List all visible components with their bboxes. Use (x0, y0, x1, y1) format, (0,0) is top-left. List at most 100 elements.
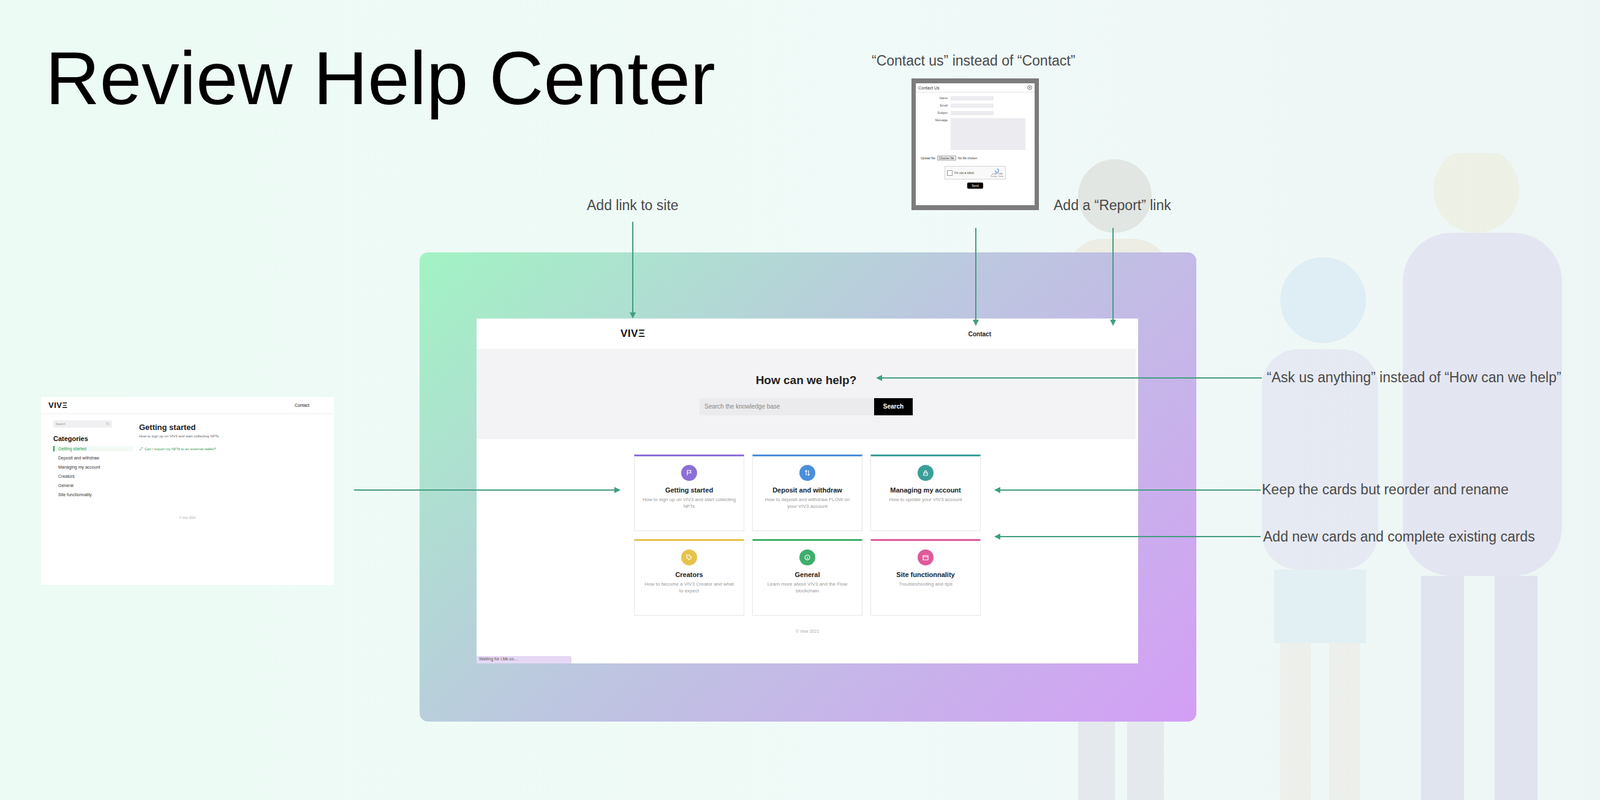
annotation-label: “Contact us” instead of “Contact” (871, 52, 1076, 70)
recaptcha-icon (994, 168, 1000, 173)
contact-link[interactable]: Contact (294, 403, 310, 408)
tag-icon (681, 549, 698, 566)
annotation-label: Add link to site (586, 197, 679, 215)
arrow-icon (877, 377, 1262, 379)
window-icon (917, 549, 934, 566)
file-status: No file chosen (958, 156, 978, 160)
arrow-icon (975, 227, 977, 325)
field-label: Message (920, 118, 948, 122)
captcha-brand: reCAPTCHAPrivacy - Terms (990, 168, 1004, 178)
sidebar-item[interactable]: Site functionnality (53, 491, 133, 498)
article-subtitle: How to sign up on VIV3 and start collect… (139, 434, 322, 438)
sidebar-item[interactable]: Deposit and withdraw (53, 455, 133, 461)
arrow-icon (995, 535, 1261, 538)
screenshot-frame: VIVΞ Contact How can we help?Search the kn… (419, 252, 1197, 722)
card-description: How to deposit and withdraw FLOW on your… (760, 496, 855, 511)
field-label: Email (920, 103, 948, 108)
browser-status-bar: Waiting for i.blk.co... (476, 656, 572, 664)
slide: Review Help Center “Contact us” instead o… (0, 0, 1600, 800)
annotation-label: Add a “Report” link (1053, 197, 1172, 215)
captcha-brand-text: reCAPTCHA (991, 172, 1003, 176)
arrow-icon (995, 489, 1261, 491)
arrow-icon (632, 221, 634, 318)
choose-file-button[interactable]: Choose file (937, 155, 957, 161)
search-input[interactable]: Search the knowledge base (699, 398, 875, 416)
category-card[interactable]: Site functionnalityTroubleshooting and t… (870, 539, 981, 616)
card-title: Managing my account (890, 486, 962, 494)
form-row: Email (920, 103, 1030, 108)
annotation-label: Keep the cards but reorder and rename (1261, 481, 1509, 499)
card-title: Deposit and withdraw (772, 486, 843, 494)
contact-modal-screenshot: Contact UsNameEmailSubjectMessageUpload … (911, 78, 1039, 211)
help-center-screenshot: VIVΞ Contact How can we help?Search the kn… (476, 318, 1139, 664)
sidebar-item[interactable]: Creators (53, 473, 133, 480)
search-bar: Search the knowledge baseSearch (699, 398, 913, 416)
card-description: How to become a VIV3 Creator and what to… (641, 581, 737, 595)
footer: © Vive 2021 (41, 515, 334, 520)
card-title: General (795, 570, 821, 579)
logo[interactable]: VIVΞ (48, 400, 68, 410)
slide-title: Review Help Center (45, 40, 716, 116)
sidebar: Search Categories Getting started Deposit a… (53, 420, 133, 498)
annotation-label: “Ask us anything” instead of “How can we… (1266, 369, 1562, 387)
card-description: Troubleshooting and tips (898, 581, 952, 589)
captcha-box: I'm not a robotreCAPTCHAPrivacy - Terms (944, 166, 1006, 180)
category-cards: Getting started How to sign up on VIV3 an… (476, 454, 1139, 616)
hero: How can we help?Search the knowledge bas… (476, 349, 1136, 440)
flag-icon (681, 464, 698, 481)
article-title: Getting started (139, 422, 322, 432)
form-field[interactable] (950, 96, 994, 101)
arrow-icon (1112, 227, 1114, 325)
upload-label: Upload file (920, 156, 936, 160)
sidebar-item[interactable]: Managing my account (53, 464, 133, 470)
header: VIVΞ Contact (476, 318, 1139, 350)
field-label: Name (920, 96, 948, 100)
sidebar-search[interactable]: Search (53, 420, 113, 428)
card-description: How to update your VIV3 account (888, 496, 962, 504)
card-description: Learn more about VIV3 and the Flow block… (760, 581, 855, 595)
modal-header: Contact Us (915, 83, 1035, 93)
form-row: Message (920, 118, 1030, 151)
upload-row: Upload fileChoose fileNo file chosen (920, 155, 1030, 161)
category-page-header: VIVΞ Contact (41, 396, 334, 415)
arrows-icon (799, 464, 816, 481)
sidebar-item[interactable]: Getting started (53, 445, 133, 452)
info-icon (799, 549, 816, 566)
search-button[interactable]: Search (874, 398, 913, 416)
captcha-links: Privacy - Terms (990, 175, 1004, 178)
card-description: How to sign up on VIV3 and start collect… (641, 496, 737, 511)
categories-heading: Categories (53, 434, 133, 443)
search-icon (105, 422, 110, 426)
category-card[interactable]: Managing my account How to update your VI… (870, 454, 981, 532)
modal-form: NameEmailSubjectMessageUpload fileChoose… (915, 92, 1035, 193)
form-field[interactable] (950, 103, 994, 108)
captcha-checkbox[interactable] (947, 170, 953, 176)
article-list: Getting started How to sign up on VIV3 an… (139, 420, 322, 498)
category-card[interactable]: Getting started How to sign up on VIV3 an… (633, 454, 745, 532)
sidebar-item[interactable]: General (53, 482, 133, 489)
lock-icon (917, 464, 934, 481)
card-title: Getting started (665, 486, 714, 494)
arrow-icon (354, 489, 620, 491)
link-icon (139, 446, 144, 451)
category-card[interactable]: Creators How to become a VIV3 Creator and… (633, 539, 745, 616)
send-button[interactable]: Send (967, 182, 984, 189)
category-page-screenshot: VIVΞ Contact Search Categories Getting start… (41, 396, 334, 585)
category-page-body: Search Categories Getting started Deposit a… (41, 414, 334, 498)
send-row: Send (920, 182, 1030, 189)
search-placeholder: Search (55, 422, 66, 426)
form-field[interactable] (950, 118, 1026, 151)
category-card[interactable]: General Learn more about VIV3 and the Flo… (752, 539, 863, 616)
contact-link[interactable]: Contact (968, 330, 992, 338)
article-link[interactable]: Can I export my NFTs to an external wall… (139, 446, 322, 451)
card-title: Creators (675, 570, 703, 579)
close-icon[interactable] (1027, 85, 1033, 91)
category-card[interactable]: Deposit and withdraw How to deposit and w… (752, 454, 863, 532)
form-field[interactable] (950, 110, 994, 116)
captcha-label: I'm not a robot (954, 170, 989, 175)
logo[interactable]: VIVΞ (620, 327, 646, 340)
annotation-label: Add new cards and complete existing card… (1263, 528, 1536, 546)
footer: © Vive 2021 (476, 629, 1139, 634)
contact-modal: Contact UsNameEmailSubjectMessageUpload … (915, 83, 1035, 206)
modal-title: Contact Us (918, 85, 940, 91)
